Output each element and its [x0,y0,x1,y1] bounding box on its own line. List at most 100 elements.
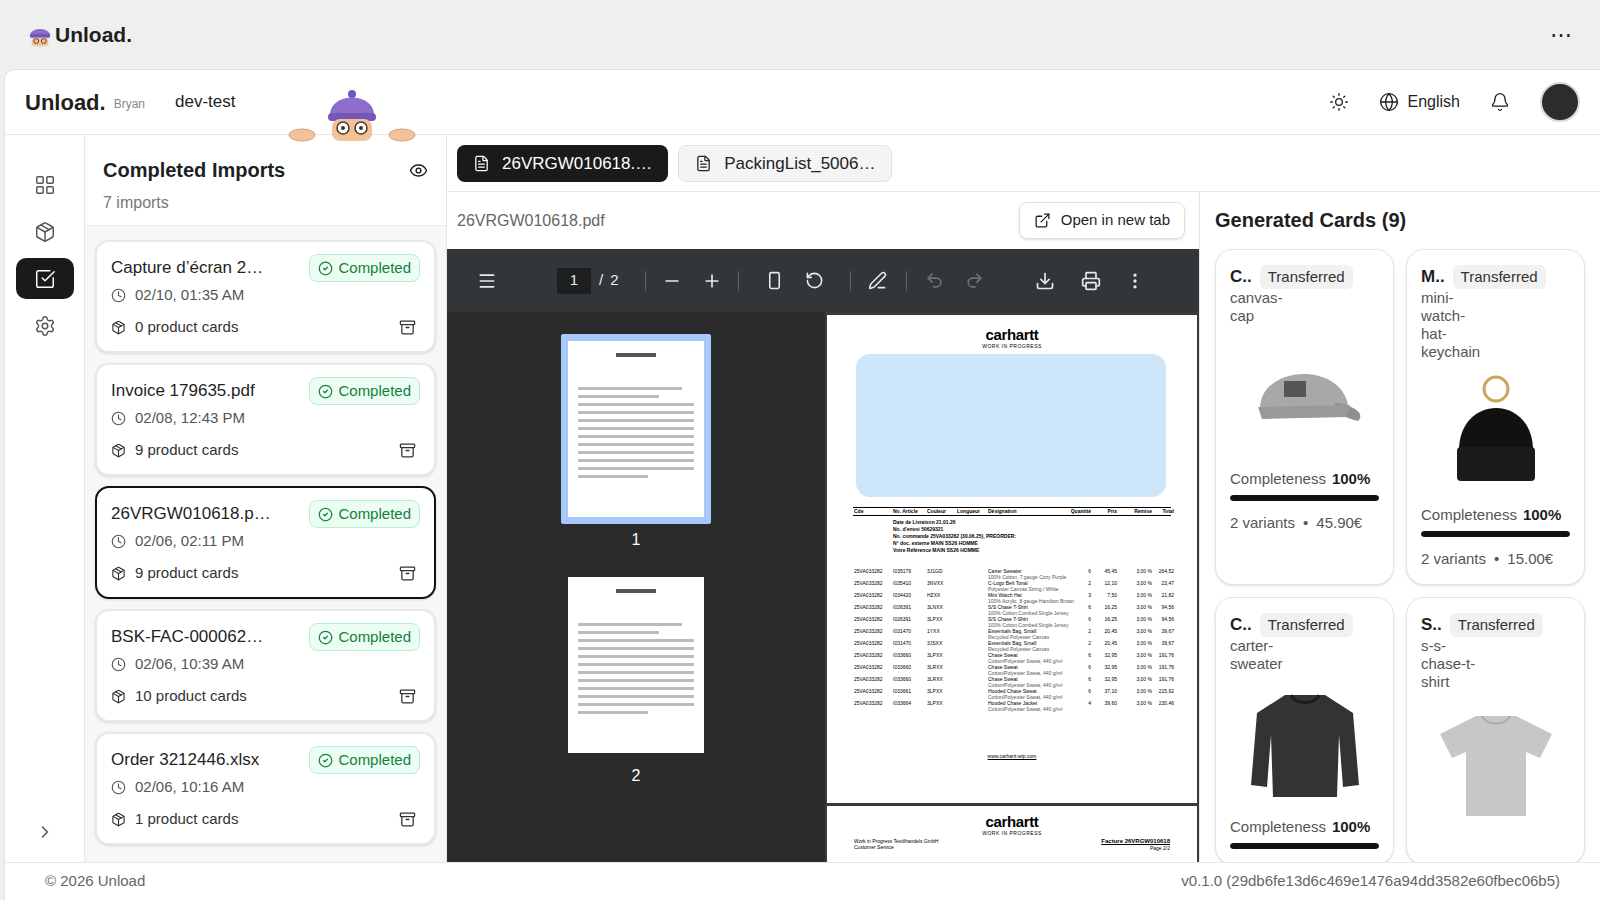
status-badge: Completed [309,254,420,282]
import-card[interactable]: BSK-FAC-000062…Completed02/06, 10:39 AM1… [95,609,436,722]
status-badge: Completed [309,377,420,405]
file-icon [473,155,490,172]
file-tabs: 26VRGW010618.… PackingList_5006… [447,135,1600,192]
transfer-badge: Transferred [1450,613,1543,637]
app-menu-button[interactable]: ⋯ [1550,24,1572,46]
pdf-table-row: 25VA033282I0314703JSXXEssentials Bag, Sm… [827,640,1197,652]
card-title: C.. [1230,264,1252,290]
pdf-table-header: CdeNo. ArticleCouleurLongueurDésignation… [827,508,1197,515]
pdf-table-row: 25VA033282I0351793J1GDCarter Sweater100%… [827,568,1197,580]
brand[interactable]: Unload. [25,86,106,119]
user-avatar[interactable] [1540,82,1580,122]
pdf-page: carharttWORK IN PROGRESSCdeNo. ArticleCo… [827,315,1197,803]
bell-icon[interactable] [1490,92,1510,112]
toolbar-divider [850,271,851,291]
archive-icon[interactable] [399,811,416,828]
download-button[interactable] [1025,263,1065,299]
expand-rail-button[interactable] [16,811,74,852]
import-time: 02/10, 01:35 AM [135,284,244,307]
check-circle-icon [318,384,333,399]
import-card[interactable]: Capture d’écran 2… Completed 02/10, 01:35 … [95,240,436,353]
more-button[interactable] [1115,263,1155,299]
page-thumbnail[interactable]: 2 [561,570,711,786]
external-link-icon [1034,212,1051,229]
card-title: C.. [1230,612,1252,638]
thumbnail-label: 1 [632,530,641,550]
pdf-footer-link: www.carhartt-wip.com [988,753,1037,759]
file-tab[interactable]: PackingList_5006… [678,145,892,182]
theme-sun-icon[interactable] [1329,92,1349,112]
page-thumbnail[interactable]: 1 [561,334,711,550]
imports-title: Completed Imports [103,156,285,184]
nav-item[interactable] [16,258,74,299]
toolbar-divider [645,271,646,291]
nav-item[interactable] [16,164,74,205]
card-handle: s-s-chase-t-shirt [1421,637,1483,691]
product-card-count: 9 product cards [135,439,238,462]
nav-item[interactable] [16,211,74,252]
status-badge: Completed [309,500,420,528]
language-selector[interactable]: English [1379,90,1460,114]
thumbnail-pane: 12 [447,312,825,862]
card-handle: mini-watch-hat-keychain [1421,289,1483,361]
card-handle: carter-sweater [1230,637,1292,673]
pdf-toolbar: 1/2 [447,249,1199,312]
undo-icon [925,271,944,290]
product-card[interactable]: S..Transferreds-s-chase-t-shirt [1406,597,1585,862]
mascot-icon [288,89,416,143]
status-badge: Completed [309,746,420,774]
import-card[interactable]: Invoice 179635.pdfCompleted02/08, 12:43 … [95,363,436,476]
undo-button[interactable] [915,263,955,299]
import-time: 02/06, 02:11 PM [135,530,244,553]
workspace-name[interactable]: dev-test [175,89,235,115]
redo-button[interactable] [955,263,995,299]
pdf-tagline: WORK IN PROGRESS [982,343,1042,349]
pdf-table-row: 25VA033282I0336603LPXXChase SweatCotton/… [827,652,1197,664]
rotate-button[interactable] [795,263,835,299]
pdf-table-row: 25VA033282I0263913LPXXS/S Chase T-Shirt1… [827,616,1197,628]
import-card[interactable]: Order 3212446.xlsxCompleted02/06, 10:16 … [95,732,436,845]
thumbnail-preview [568,577,704,753]
page-input[interactable]: 1 [557,268,591,294]
import-name: Capture d’écran 2… [111,255,263,281]
pdf-tagline: WORK IN PROGRESS [982,830,1042,836]
products-icon [34,221,56,243]
transfer-badge: Transferred [1453,265,1546,289]
file-tab[interactable]: 26VRGW010618.… [457,145,668,182]
sweater-photo [1245,685,1365,805]
product-card[interactable]: M..Transferredmini-watch-hat-keychainCom… [1406,249,1585,585]
card-price: 45.90€ [1316,513,1362,533]
clock-icon [111,288,126,303]
product-image [1230,681,1379,809]
archive-icon[interactable] [399,688,416,705]
product-card[interactable]: C..Transferredcanvas-capCompleteness100%… [1215,249,1394,585]
pdf-table-row: 25VA033282I0314701YXXEssentials Bag, Sma… [827,628,1197,640]
print-button[interactable] [1071,263,1111,299]
nav-rail [5,135,85,862]
cap-photo [1240,347,1370,447]
clock-icon [111,411,126,426]
fit-page-button[interactable] [755,263,795,299]
archive-icon[interactable] [399,319,416,336]
zoom-in-button[interactable] [692,263,732,299]
cards-title: Generated Cards (9) [1215,208,1585,232]
pdf-table-row: 25VA033282I0354103NVXXC-Logo Belt TonalP… [827,580,1197,592]
zoom-out-button[interactable] [652,263,692,299]
completeness-label: Completeness [1230,469,1326,489]
archive-icon[interactable] [399,442,416,459]
completeness-bar [1230,495,1379,501]
nav-item[interactable] [16,305,74,346]
eye-icon[interactable] [409,161,428,180]
completeness-value: 100% [1332,817,1370,837]
import-card[interactable]: 26VRGW010618.p…Completed02/06, 02:11 PM9… [95,486,436,599]
sidebar-toggle[interactable] [467,263,507,299]
open-new-tab-button[interactable]: Open in new tab [1019,202,1185,239]
completeness-label: Completeness [1421,505,1517,525]
beanie-photo [1441,373,1551,493]
archive-icon[interactable] [399,565,416,582]
page-pane: carharttWORK IN PROGRESSCdeNo. ArticleCo… [825,312,1199,862]
app-window: Unload.Bryandev-testEnglishCompleted Imp… [4,69,1600,900]
draw-button[interactable] [858,263,898,299]
settings-icon [34,315,56,337]
product-card[interactable]: C..Transferredcarter-sweaterCompleteness… [1215,597,1394,862]
